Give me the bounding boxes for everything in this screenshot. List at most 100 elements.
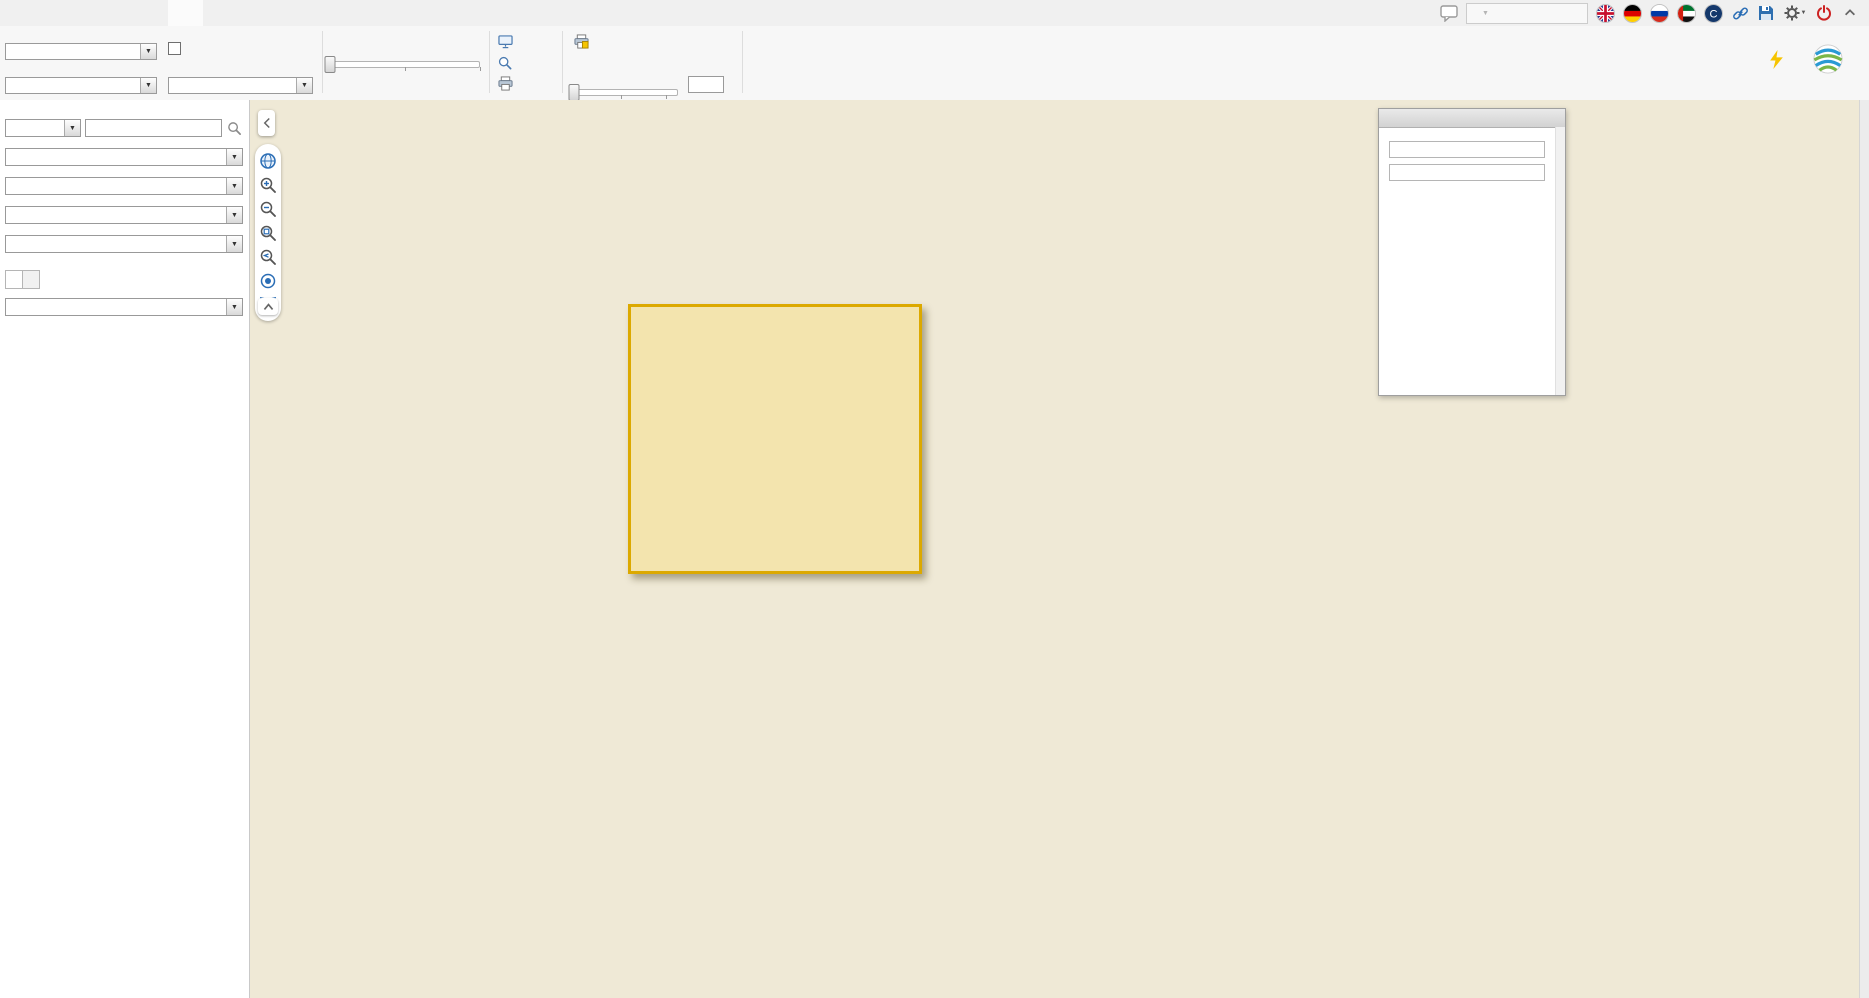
slider-tick — [621, 95, 622, 99]
power-icon[interactable] — [1815, 4, 1833, 22]
chat-bubble-icon[interactable] — [1440, 4, 1458, 22]
flag-uae-icon[interactable] — [1677, 4, 1696, 23]
overlap-value-input[interactable] — [688, 76, 724, 93]
synergis-logo — [1768, 50, 1783, 69]
view-select[interactable]: ▼ — [5, 177, 243, 195]
tab-drucken[interactable] — [168, 0, 203, 26]
link-icon[interactable] — [1731, 4, 1749, 22]
map-canvas[interactable] — [250, 100, 1860, 998]
print-fields-panel — [1378, 108, 1566, 396]
project-select[interactable]: ▼ — [5, 148, 243, 166]
chevron-down-icon: ▼ — [226, 178, 242, 194]
overlap-slider[interactable] — [574, 85, 678, 99]
chevron-up-icon — [262, 302, 275, 312]
print-fields-header — [1379, 109, 1565, 128]
chevron-down-icon: ▼ — [226, 149, 242, 165]
zoom-in-icon[interactable] — [259, 175, 278, 194]
collapse-ribbon-icon[interactable] — [1841, 4, 1859, 22]
synergis-bolt-icon — [1770, 50, 1783, 69]
hires-print-row — [168, 42, 187, 55]
ribbon-separator — [489, 31, 490, 93]
esri-globe-icon — [1813, 44, 1843, 74]
chevron-down-icon: ▼ — [64, 120, 80, 136]
display-icon — [496, 33, 514, 51]
chevron-down-icon: ▼ — [226, 299, 242, 315]
rotation-slider[interactable] — [330, 57, 480, 71]
chevron-down-icon: ▼ — [140, 78, 156, 93]
print-grid-overlay[interactable] — [628, 304, 922, 574]
print-fields-body — [1379, 128, 1565, 188]
previous-extent-icon[interactable] — [259, 247, 278, 266]
fulltext-search-row: ▼ — [5, 119, 243, 137]
collapse-panel-button[interactable] — [258, 110, 275, 136]
print-button[interactable] — [496, 75, 519, 92]
ribbon-separator — [562, 31, 563, 93]
overview-globe-icon[interactable] — [259, 151, 278, 170]
zoom-window-icon[interactable] — [259, 223, 278, 242]
slider-tick — [405, 67, 406, 71]
slider-tick — [480, 67, 481, 71]
tab-ausgabe[interactable] — [112, 0, 140, 26]
topbar-icons: ▼ C ▼ — [1440, 3, 1869, 24]
visible-themes-dropdown[interactable]: ▼ — [1466, 3, 1588, 24]
flag-uk-icon[interactable] — [1596, 4, 1615, 23]
tab-themenbaum[interactable] — [23, 270, 40, 289]
slider-tick — [666, 95, 667, 99]
magnifier-icon — [496, 54, 514, 72]
tab-weitere-werkzeuge[interactable] — [140, 0, 168, 26]
save-icon[interactable] — [1757, 4, 1775, 22]
ribbon-tabs — [0, 0, 203, 26]
output-type-select[interactable]: ▼ — [168, 77, 313, 94]
chevron-down-icon: ▼ — [140, 44, 156, 59]
themes-filter-select[interactable]: ▼ — [5, 119, 81, 137]
tab-suchen[interactable] — [5, 270, 23, 289]
overlap-slider-track[interactable] — [574, 89, 678, 96]
panel-scrollbar[interactable] — [1555, 127, 1565, 395]
svg-text:C: C — [1710, 8, 1718, 20]
map-toolbar — [255, 144, 281, 321]
batch-print-button[interactable] — [572, 33, 595, 50]
sidebar-tabs — [5, 270, 243, 289]
flag-de-icon[interactable] — [1623, 4, 1642, 23]
tab-navigation[interactable] — [0, 0, 28, 26]
chevron-down-icon: ▼ — [226, 236, 242, 252]
locate-icon[interactable] — [259, 271, 278, 290]
ribbon-tabbar: ▼ C ▼ — [0, 0, 1869, 27]
scale-select[interactable]: ▼ — [5, 235, 243, 253]
copyright-icon[interactable]: C — [1704, 4, 1723, 23]
overlap-slider-handle[interactable] — [569, 84, 580, 101]
map-scrollbar[interactable] — [1859, 100, 1869, 998]
tab-selektieren[interactable] — [56, 0, 84, 26]
print-scale-field[interactable]: ▼ — [5, 77, 157, 94]
chevron-left-icon — [261, 116, 273, 130]
chevron-down-icon: ▼ — [296, 78, 312, 93]
ribbon-separator — [322, 31, 323, 93]
esri-logo — [1813, 44, 1853, 74]
collapse-toolbar-button[interactable] — [258, 298, 278, 315]
map-extents-select[interactable]: ▼ — [5, 206, 243, 224]
tab-daten-hinzufuegen[interactable] — [84, 0, 112, 26]
chevron-down-icon: ▼ — [226, 207, 242, 223]
rotation-slider-handle[interactable] — [325, 56, 336, 73]
selection-select[interactable]: ▼ — [5, 298, 243, 316]
chevron-down-icon: ▼ — [1482, 10, 1489, 17]
flag-ru-icon[interactable] — [1650, 4, 1669, 23]
title-field-input[interactable] — [1389, 141, 1545, 158]
zoom-out-icon[interactable] — [259, 199, 278, 218]
search-icon[interactable] — [226, 120, 243, 137]
template-select[interactable]: ▼ — [5, 43, 157, 60]
creator-field-input[interactable] — [1389, 164, 1545, 181]
ribbon-drucken: ▼ ▼ ▼ — [0, 26, 1869, 101]
zoom-button[interactable] — [496, 54, 519, 71]
hires-print-checkbox[interactable] — [168, 42, 181, 55]
settings-gear-icon[interactable]: ▼ — [1783, 4, 1807, 22]
printer-icon — [496, 75, 514, 93]
batch-printer-icon — [572, 33, 590, 51]
ribbon-separator — [742, 31, 743, 93]
brand-logos — [1768, 44, 1853, 74]
tab-zeichnen[interactable] — [28, 0, 56, 26]
fulltext-search-input[interactable] — [85, 119, 222, 137]
map-area — [250, 100, 1869, 998]
show-button[interactable] — [496, 33, 519, 50]
left-panel: ▼ ▼ ▼ ▼ ▼ ▼ — [0, 100, 250, 998]
